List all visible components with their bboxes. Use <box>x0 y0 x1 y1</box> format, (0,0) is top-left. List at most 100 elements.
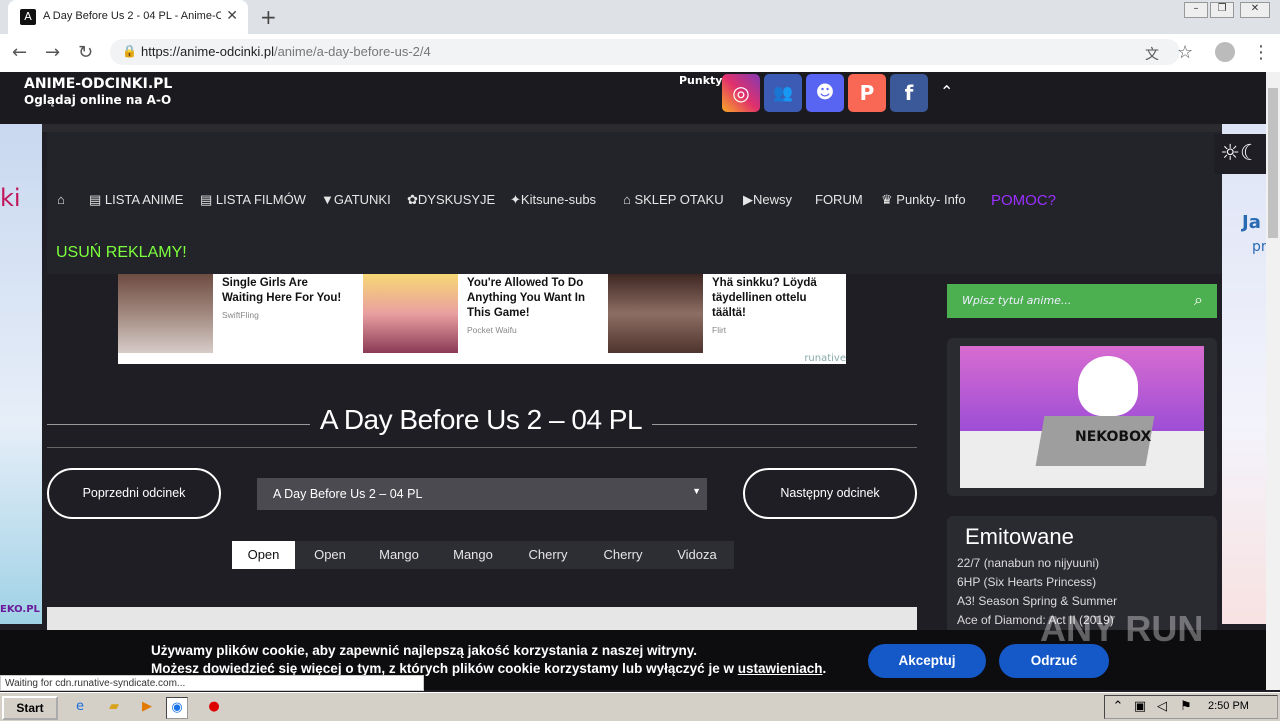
nav-forum[interactable]: FORUM <box>815 192 863 207</box>
profile-avatar-icon[interactable] <box>1215 42 1235 62</box>
tray-arrow-icon[interactable]: ⌃ <box>1108 697 1128 717</box>
tab-player-mango[interactable]: Mango <box>365 541 433 569</box>
nav-sklep-otaku[interactable]: ⌂ SKLEP OTAKU <box>623 192 724 207</box>
native-ad-block[interactable]: Single Girls Are Waiting Here For You! Sw… <box>118 274 846 364</box>
minimize-window-icon[interactable]: – <box>1184 2 1208 18</box>
cookie-text: Możesz dowiedzieć się więcej o tym, z kt… <box>151 661 734 676</box>
discord-icon[interactable]: ☻ <box>806 74 844 112</box>
browser-tab[interactable]: A A Day Before Us 2 - 04 PL - Anime-O ✕ <box>8 0 248 34</box>
patreon-icon[interactable]: P <box>848 74 886 112</box>
tab-player-cherry[interactable]: Cherry <box>583 541 663 569</box>
prev-episode-button[interactable]: Poprzedni odcinek <box>47 468 221 519</box>
scrollbar-thumb[interactable] <box>1268 88 1278 238</box>
chrome-icon[interactable]: ◉ <box>166 697 188 719</box>
video-player[interactable] <box>47 607 917 632</box>
ad-image <box>118 274 213 353</box>
player-tabs: Open Open Mango Mango Cherry Cherry Vido… <box>232 541 734 569</box>
cookie-settings-link[interactable]: ustawieniach <box>738 661 823 676</box>
back-icon[interactable]: ← <box>12 42 27 63</box>
ad-headline: You're Allowed To Do Anything You Want I… <box>467 277 585 319</box>
tab-player-open[interactable]: Open <box>295 541 365 569</box>
reload-icon[interactable]: ↻ <box>78 42 93 63</box>
list-item[interactable]: 6HP (Six Hearts Princess) <box>957 575 1096 589</box>
left-side-ad[interactable]: ki EKO.PL <box>0 124 42 624</box>
tab-player-cherry[interactable]: Cherry <box>513 541 583 569</box>
tab-player-open[interactable]: Open <box>232 541 295 569</box>
status-bar: Waiting for cdn.runative-syndicate.com..… <box>0 675 424 691</box>
close-window-icon[interactable]: ✕ <box>1240 2 1270 18</box>
site-name[interactable]: ANIME-ODCINKI.PL <box>24 76 172 92</box>
search-icon[interactable]: ⌕ <box>1194 290 1203 310</box>
close-tab-icon[interactable]: ✕ <box>226 8 238 24</box>
divider <box>47 447 917 448</box>
list-item[interactable]: 22/7 (nanabun no nijyuuni) <box>957 556 1099 570</box>
episode-select[interactable]: A Day Before Us 2 – 04 PL ▼ <box>257 478 707 510</box>
media-player-icon[interactable]: ▶ <box>137 697 157 717</box>
group-icon[interactable]: 👥 <box>764 74 802 112</box>
anime-search-input[interactable]: Wpisz tytuł anime... ⌕ <box>947 284 1217 318</box>
site-tagline: Oglądaj online na A-O <box>24 93 172 107</box>
nav-label: DYSKUSYJE <box>417 192 496 207</box>
remove-ads-link[interactable]: USUŃ REKLAMY! <box>56 244 187 262</box>
emitowane-title: Emitowane <box>965 524 1074 549</box>
menu-dots-icon[interactable]: ⋮ <box>1252 42 1270 63</box>
accept-cookies-button[interactable]: Akceptuj <box>868 644 986 678</box>
scroll-up-icon[interactable]: ⌃ <box>940 82 953 101</box>
nekobox-banner[interactable]: NEKOBOX <box>947 338 1217 496</box>
ad-headline: Single Girls Are Waiting Here For You! <box>222 277 342 304</box>
network-icon[interactable]: ▣ <box>1130 697 1150 717</box>
ad-network-logo: runative <box>804 353 846 364</box>
tab-player-vidoza[interactable]: Vidoza <box>663 541 731 569</box>
nav-punkty-info[interactable]: ♛ Punkty- Info <box>881 192 966 208</box>
opera-icon[interactable]: ● <box>204 697 224 717</box>
new-tab-icon[interactable]: + <box>260 5 277 29</box>
search-placeholder: Wpisz tytuł anime... <box>962 294 1072 307</box>
facebook-icon[interactable]: f <box>890 74 928 112</box>
bookmark-star-icon[interactable]: ☆ <box>1177 42 1193 63</box>
ie-icon[interactable]: e <box>70 697 90 717</box>
divider <box>47 424 310 425</box>
lock-icon: 🔒 <box>122 44 137 58</box>
nav-newsy[interactable]: ▶Newsy <box>743 192 792 208</box>
forward-icon[interactable]: → <box>45 42 60 63</box>
ad-item[interactable]: You're Allowed To Do Anything You Want I… <box>363 274 608 364</box>
ad-item[interactable]: Single Girls Are Waiting Here For You! Sw… <box>118 274 363 364</box>
taskbar <box>0 692 1280 721</box>
nav-gatunki[interactable]: ▼GATUNKI <box>321 192 391 207</box>
anyrun-watermark: ANY RUN <box>1040 608 1204 649</box>
ad-source: Flirt <box>712 325 727 335</box>
volume-icon[interactable]: ◁ <box>1152 697 1172 717</box>
next-episode-button[interactable]: Następny odcinek <box>743 468 917 519</box>
instagram-icon[interactable]: ◎ <box>722 74 760 112</box>
url-path: /anime/a-day-before-us-2/4 <box>273 44 431 59</box>
nav-label: Punkty- Info <box>896 192 966 207</box>
folder-icon[interactable]: ▰ <box>104 697 124 717</box>
nav-dyskusyje[interactable]: ✿DYSKUSYJE <box>407 192 495 208</box>
divider <box>652 424 917 425</box>
ad-image <box>608 274 703 353</box>
ad-image <box>363 274 458 353</box>
flag-icon[interactable]: ⚑ <box>1176 697 1196 717</box>
cookie-text: Używamy plików cookie, aby zapewnić najl… <box>151 643 697 658</box>
translate-icon[interactable]: 文 <box>1145 44 1159 64</box>
nav-kitsune-subs[interactable]: ✦Kitsune-subs <box>510 192 596 208</box>
nav-label: LISTA FILMÓW <box>215 192 306 207</box>
url-field[interactable]: 🔒 https://anime-odcinki.pl/anime/a-day-b… <box>110 39 1180 65</box>
list-item[interactable]: A3! Season Spring & Summer <box>957 594 1117 608</box>
nav-label: LISTA ANIME <box>104 192 184 207</box>
ad-item[interactable]: Yhä sinkku? Löydä täydellinen ottelu tää… <box>608 274 853 364</box>
header-banner <box>0 124 1266 132</box>
right-ad-text: Ja <box>1242 212 1261 233</box>
theme-toggle-icon[interactable]: ☼☾ <box>1214 134 1266 174</box>
tab-player-mango[interactable]: Mango <box>433 541 513 569</box>
nav-lista-filmow[interactable]: ▤ LISTA FILMÓW <box>200 192 306 208</box>
nav-lista-anime[interactable]: ▤ LISTA ANIME <box>89 192 183 208</box>
nav-pomoc[interactable]: POMOC? <box>991 192 1056 209</box>
left-ad-domain: EKO.PL <box>0 604 40 615</box>
start-button[interactable]: Start <box>2 696 58 720</box>
right-side-ad[interactable]: Ja pr <box>1222 124 1266 624</box>
site-favicon-icon: A <box>20 9 36 25</box>
home-icon[interactable]: ⌂ <box>57 192 65 207</box>
restore-window-icon[interactable]: ❐ <box>1210 2 1234 18</box>
ad-headline: Yhä sinkku? Löydä täydellinen ottelu tää… <box>712 277 817 319</box>
